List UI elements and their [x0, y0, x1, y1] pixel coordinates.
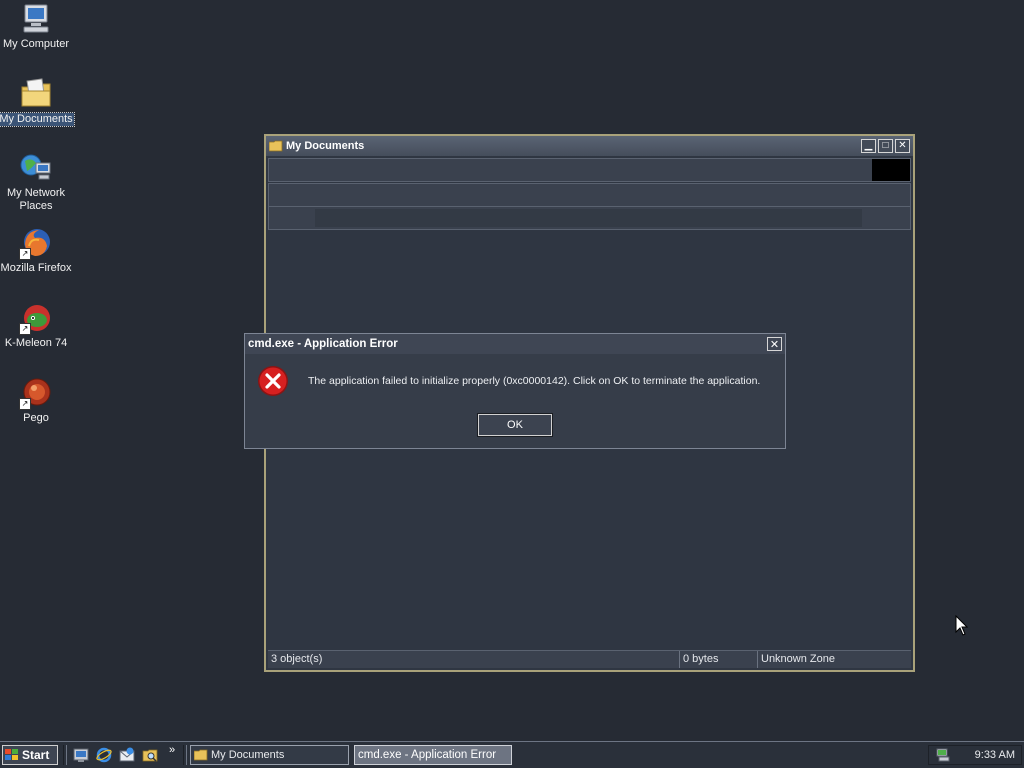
- desktop-icon-k-meleon[interactable]: ↗ K-Meleon 74: [0, 301, 74, 350]
- quicklaunch-outlook-express[interactable]: [119, 747, 135, 763]
- desktop-icon-label: Pego: [23, 412, 49, 424]
- status-bar: 3 object(s) 0 bytes Unknown Zone: [268, 650, 911, 668]
- taskbar-separator: [63, 745, 67, 765]
- minimize-button[interactable]: ▁: [861, 139, 876, 153]
- dialog-titlebar[interactable]: cmd.exe - Application Error ✕: [245, 334, 785, 354]
- status-size: 0 bytes: [680, 651, 758, 668]
- quicklaunch-overflow-chevron[interactable]: »: [169, 744, 175, 756]
- address-input[interactable]: [315, 209, 862, 227]
- menu-bar[interactable]: [268, 158, 911, 182]
- ok-button[interactable]: OK: [477, 413, 553, 437]
- desktop-icon-label: My Network Places: [6, 187, 66, 212]
- throbber: [872, 159, 910, 181]
- taskbar-separator: [183, 745, 187, 765]
- desktop-icon-label: My Documents: [0, 112, 75, 127]
- shortcut-arrow-icon: ↗: [19, 323, 31, 335]
- folder-icon: [194, 749, 208, 761]
- close-icon: ✕: [769, 338, 780, 351]
- desktop-icon-mozilla-firefox[interactable]: ↗ Mozilla Firefox: [0, 226, 74, 275]
- folder-icon: [19, 77, 53, 111]
- search-folder-icon: [142, 749, 158, 762]
- error-icon: [258, 366, 288, 396]
- desktop-icon-my-computer[interactable]: My Computer: [0, 2, 74, 51]
- address-bar[interactable]: [268, 206, 911, 230]
- window-titlebar[interactable]: My Documents ▁ □ ✕: [266, 136, 913, 156]
- close-button[interactable]: ✕: [895, 139, 910, 153]
- desktop-icon-my-documents[interactable]: My Documents: [0, 77, 75, 127]
- close-icon: ✕: [898, 140, 907, 151]
- status-zone: Unknown Zone: [761, 653, 835, 665]
- shortcut-arrow-icon: ↗: [19, 248, 31, 260]
- network-tray-icon[interactable]: [935, 748, 951, 762]
- shortcut-arrow-icon: ↗: [19, 398, 31, 410]
- maximize-button[interactable]: □: [878, 139, 893, 153]
- taskbar: Start » My Documents cmd.exe - Applicati…: [0, 741, 1024, 768]
- folder-icon: [269, 140, 283, 152]
- desktop-icon-label: Mozilla Firefox: [0, 262, 72, 274]
- pego-icon: ↗: [19, 376, 53, 410]
- computer-icon: [19, 2, 53, 36]
- maximize-icon: □: [882, 140, 889, 151]
- taskbar-button-label: cmd.exe - Application Error: [358, 749, 497, 761]
- firefox-icon: ↗: [19, 226, 53, 260]
- mouse-pointer-icon: [955, 615, 969, 636]
- dialog-close-button[interactable]: ✕: [767, 337, 782, 351]
- error-message: The application failed to initialize pro…: [308, 375, 761, 387]
- desktop-icon-label: My Computer: [2, 38, 70, 50]
- application-error-dialog[interactable]: cmd.exe - Application Error ✕ The applic…: [244, 333, 786, 449]
- desktop-icon-my-network-places[interactable]: My Network Places: [0, 151, 74, 213]
- taskbar-button-application-error[interactable]: cmd.exe - Application Error: [354, 745, 512, 765]
- quicklaunch-show-desktop[interactable]: [73, 747, 89, 763]
- clock[interactable]: 9:33 AM: [975, 749, 1015, 761]
- start-label: Start: [22, 748, 50, 762]
- mail-icon: [119, 747, 135, 762]
- windows-logo-icon: [5, 749, 18, 760]
- start-button[interactable]: Start: [2, 745, 58, 765]
- quicklaunch-internet-explorer[interactable]: [96, 747, 112, 763]
- taskbar-button-my-documents[interactable]: My Documents: [190, 745, 349, 765]
- status-object-count: 3 object(s): [268, 651, 680, 668]
- internet-explorer-icon: [96, 747, 112, 763]
- show-desktop-icon: [73, 748, 89, 762]
- minimize-icon: ▁: [864, 140, 873, 151]
- toolbar[interactable]: [268, 183, 911, 207]
- kmeleon-icon: ↗: [19, 301, 53, 335]
- quicklaunch-explorer[interactable]: [142, 747, 158, 763]
- desktop-icon-label: K-Meleon 74: [4, 337, 68, 349]
- desktop-icon-pego[interactable]: ↗ Pego: [0, 376, 74, 425]
- taskbar-button-label: My Documents: [211, 749, 285, 761]
- dialog-title: cmd.exe - Application Error: [248, 338, 398, 350]
- window-title: My Documents: [286, 140, 365, 152]
- network-icon: [19, 151, 53, 185]
- system-tray: 9:33 AM: [928, 745, 1022, 765]
